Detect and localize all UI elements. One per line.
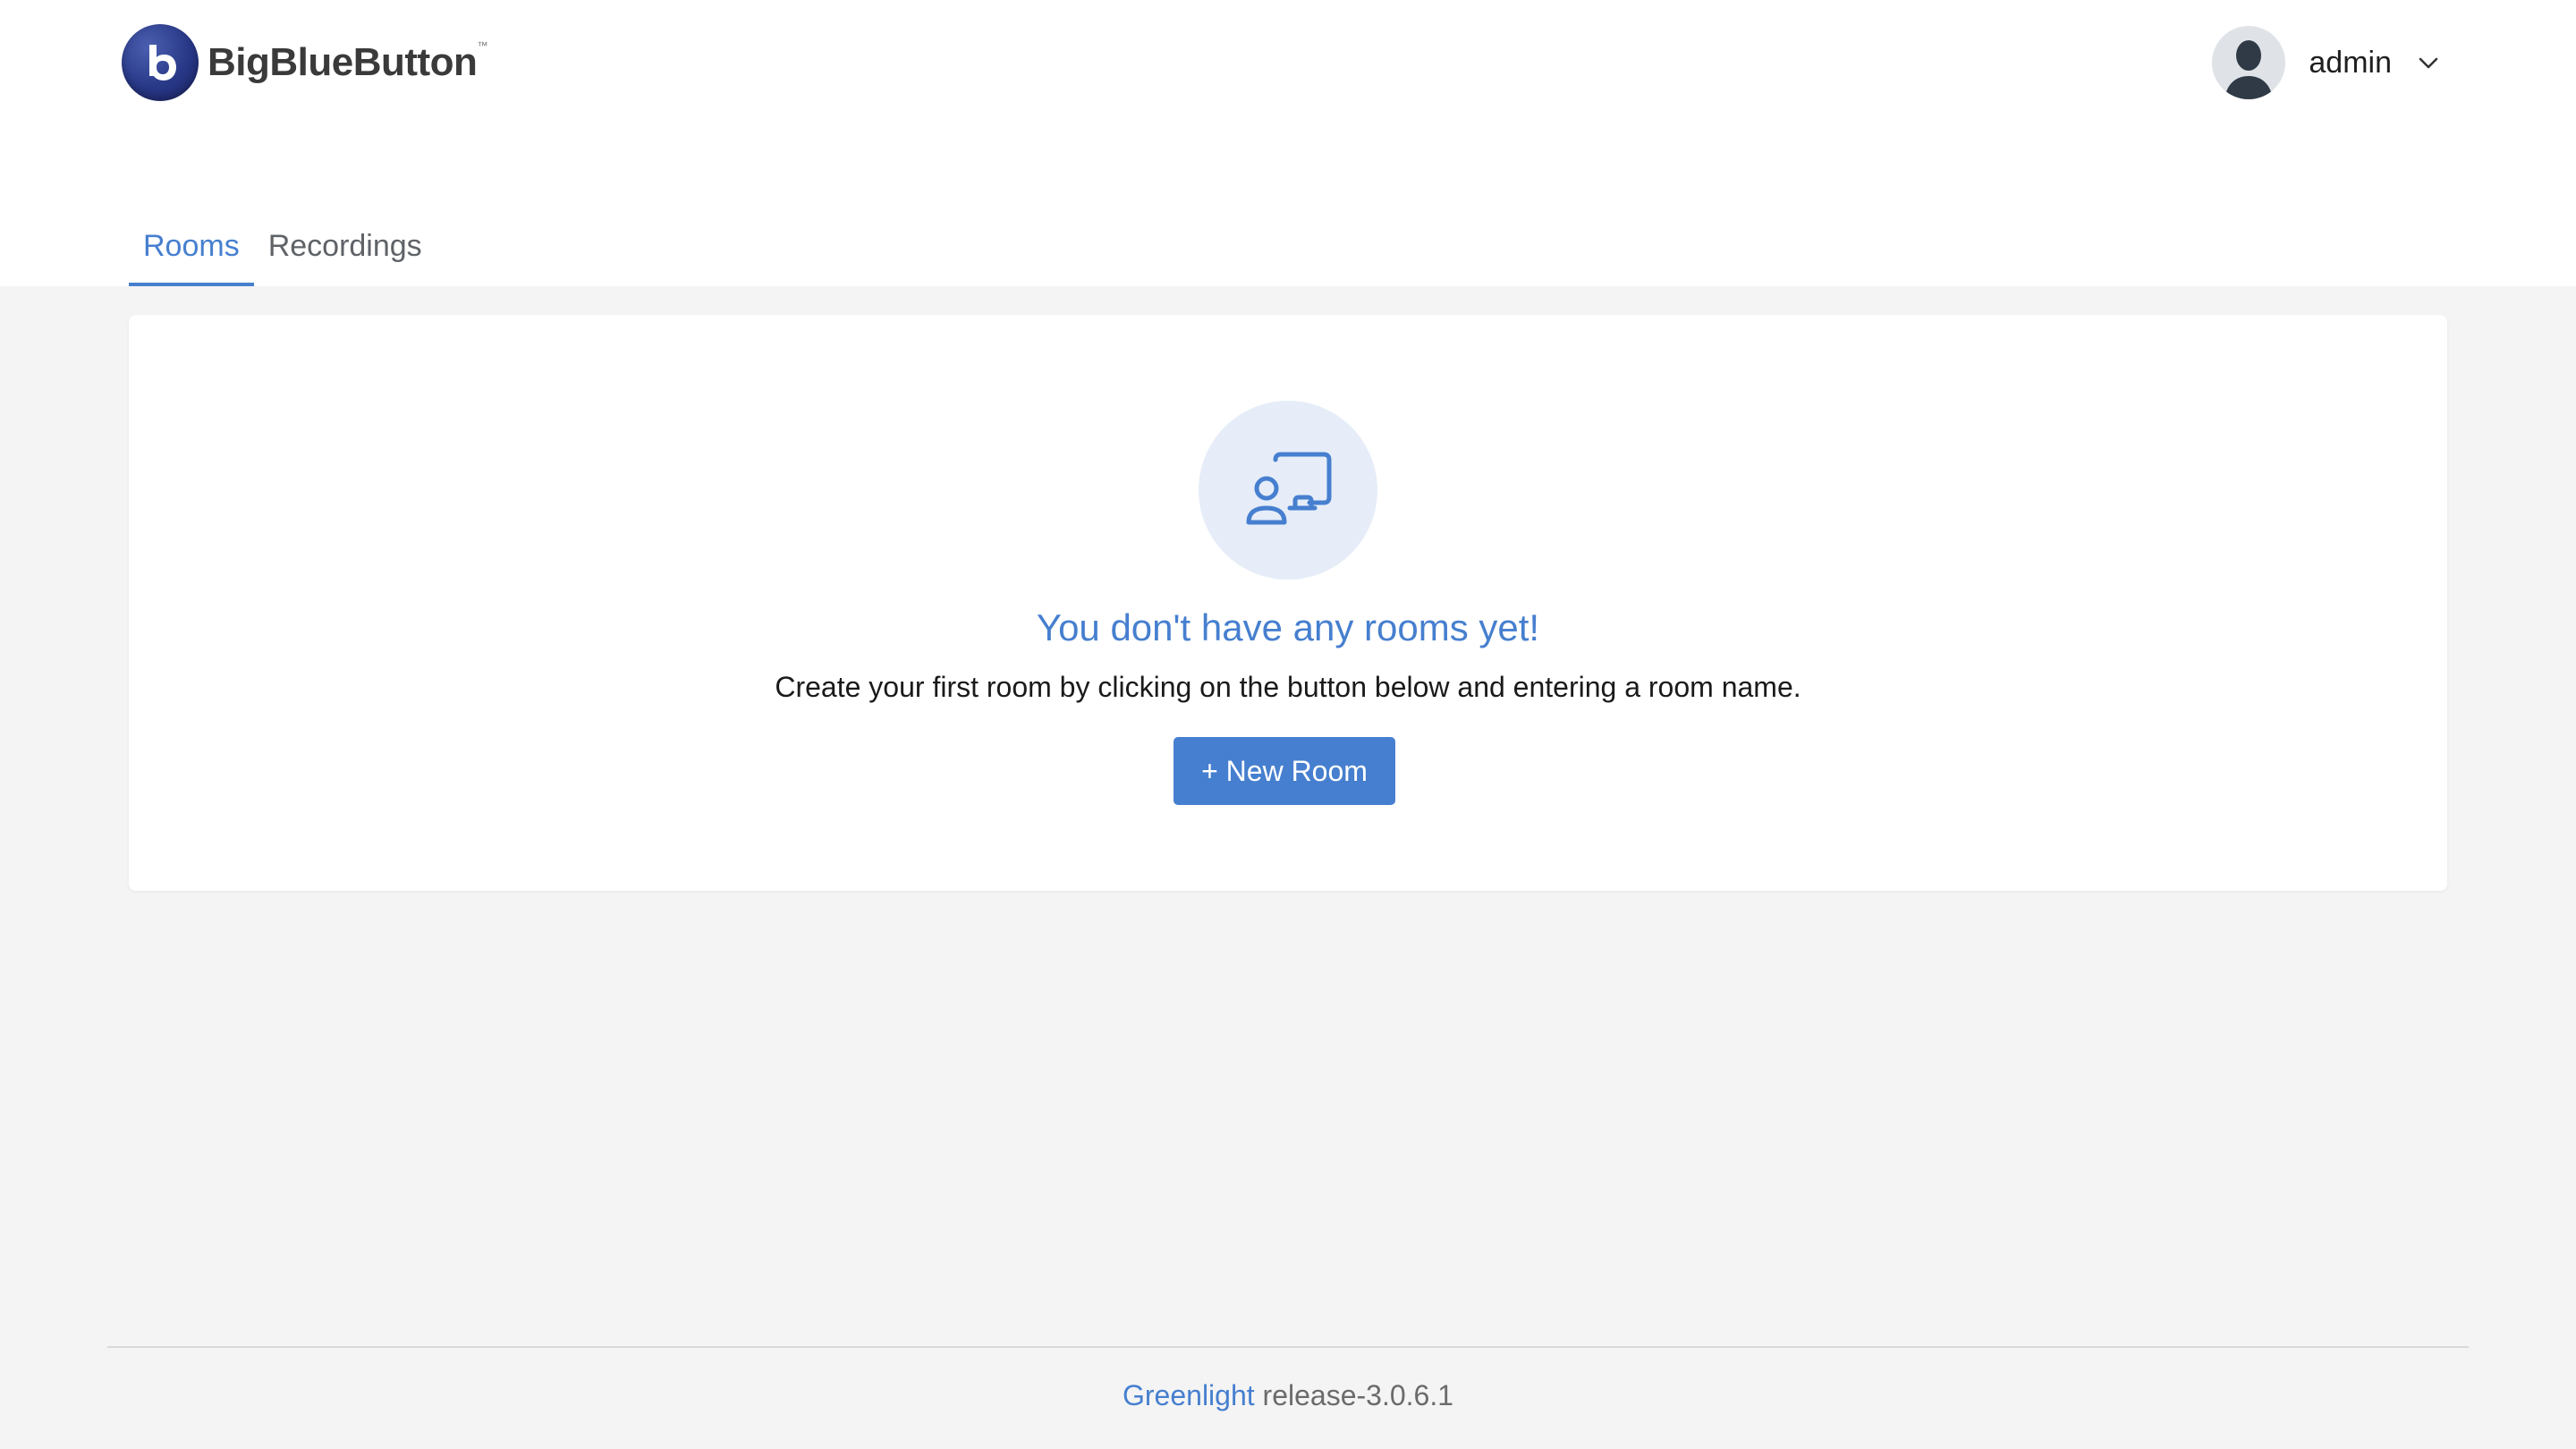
tab-recordings[interactable]: Recordings xyxy=(254,215,436,286)
bigbluebutton-logo-icon xyxy=(122,24,199,101)
brand-name: BigBlueButton xyxy=(208,40,478,84)
tab-bar: Rooms Recordings xyxy=(129,215,436,286)
brand-trademark: ™ xyxy=(477,39,488,52)
new-room-button[interactable]: + New Room xyxy=(1174,737,1395,805)
user-menu-toggle[interactable]: admin xyxy=(2212,25,2442,100)
empty-state-description: Create your first room by clicking on th… xyxy=(775,671,1801,703)
user-avatar-icon xyxy=(2212,26,2286,99)
presenter-screen-icon xyxy=(1199,401,1377,580)
tab-rooms[interactable]: Rooms xyxy=(129,215,254,286)
header: BigBlueButton ™ admin Rooms Recordings xyxy=(0,0,2576,286)
chevron-down-icon xyxy=(2415,49,2442,76)
greenlight-link[interactable]: Greenlight xyxy=(1123,1379,1255,1411)
footer-divider xyxy=(107,1346,2469,1348)
footer-version: release-3.0.6.1 xyxy=(1262,1379,1453,1411)
footer: Greenlight release-3.0.6.1 xyxy=(0,1379,2576,1412)
page: BigBlueButton ™ admin Rooms Recordings Y… xyxy=(0,0,2576,1449)
brand-logo-link[interactable]: BigBlueButton ™ xyxy=(122,23,487,102)
empty-state-title: You don't have any rooms yet! xyxy=(1036,606,1540,648)
rooms-empty-card: You don't have any rooms yet! Create you… xyxy=(129,315,2447,891)
user-name: admin xyxy=(2309,45,2392,80)
